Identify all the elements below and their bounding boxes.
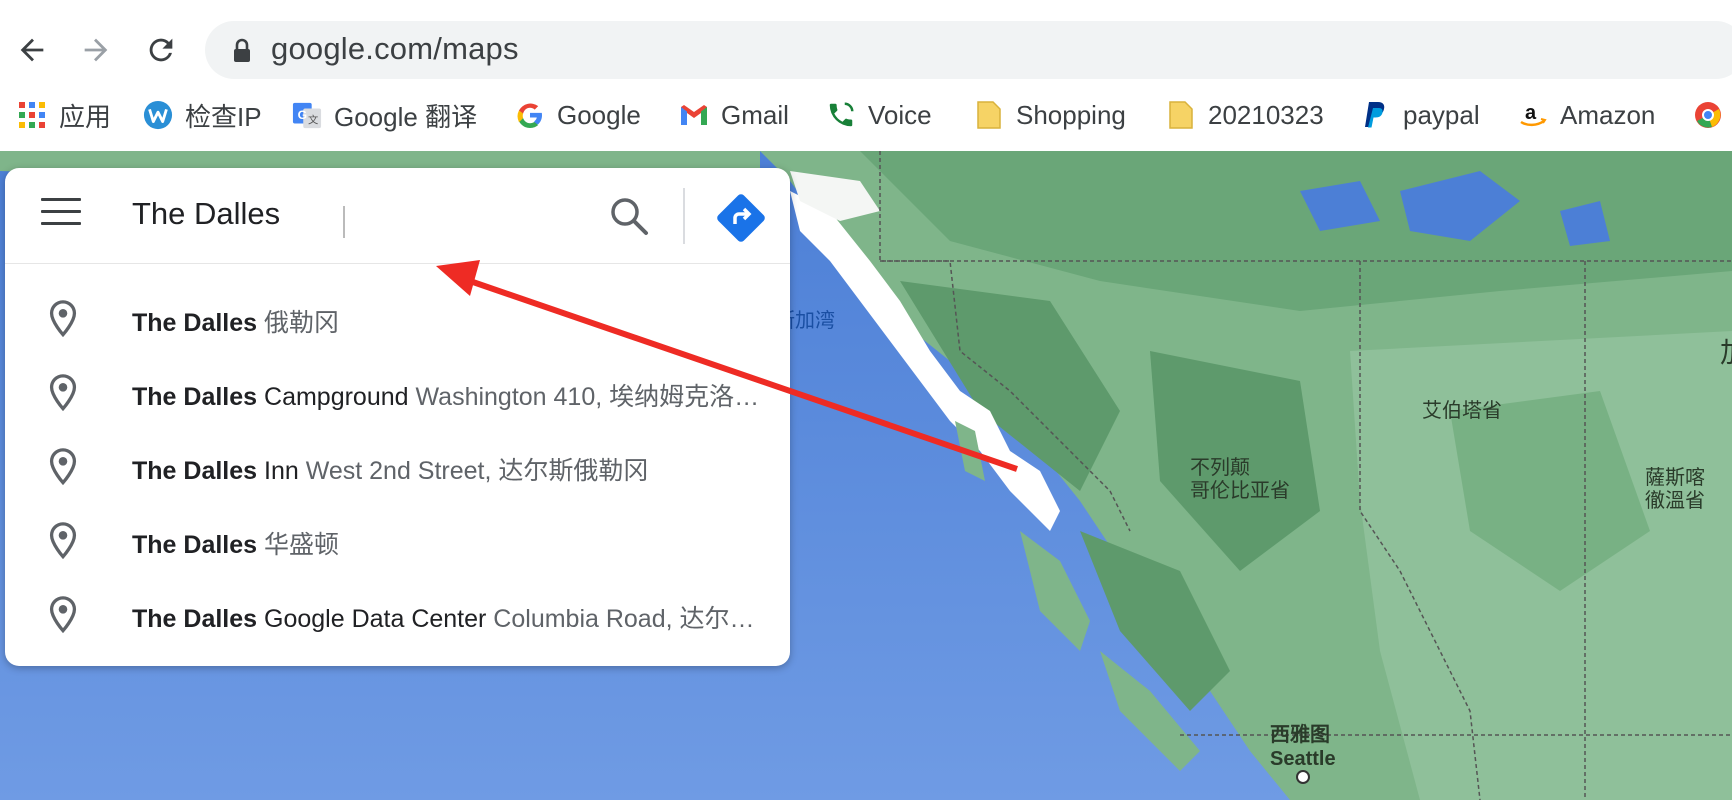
- svg-text:a: a: [1525, 102, 1537, 124]
- voice-phone-icon: [826, 100, 856, 130]
- map-label-alberta: 艾伯塔省: [1422, 400, 1502, 422]
- w-logo-icon: [143, 100, 173, 130]
- location-pin-icon: [45, 521, 81, 561]
- bookmark-check-ip[interactable]: 检查IP: [143, 90, 262, 140]
- location-pin-icon: [45, 447, 81, 487]
- bookmark-paypal[interactable]: paypal: [1361, 90, 1480, 140]
- map-label-seattle-en: Seattle: [1270, 748, 1336, 770]
- apps-grid-icon: [17, 100, 47, 130]
- hamburger-menu-icon[interactable]: [41, 198, 81, 234]
- url-text[interactable]: google.com/maps: [271, 31, 519, 67]
- suggestion-item[interactable]: The Dalles Google Data Center Columbia R…: [5, 577, 790, 651]
- paypal-icon: [1361, 100, 1391, 130]
- amazon-icon: a: [1518, 100, 1548, 130]
- bookmarks-bar: 应用 检查IP G文 Google 翻译 Google Gmail Voice: [0, 90, 1732, 150]
- map-label-seattle-cn: 西雅图: [1270, 724, 1330, 746]
- location-pin-icon: [45, 299, 81, 339]
- map-label-sask-line2: 徹溫省: [1645, 490, 1705, 512]
- bookmark-voice[interactable]: Voice: [826, 90, 932, 140]
- map-label-sask-line1: 薩斯喀: [1645, 467, 1705, 489]
- folder-icon: [1166, 100, 1196, 130]
- location-pin-icon: [45, 595, 81, 635]
- browser-toolbar: google.com/maps: [0, 0, 1732, 100]
- bookmark-google[interactable]: Google: [515, 90, 641, 140]
- text-cursor: [343, 206, 345, 238]
- google-translate-icon: G文: [292, 100, 322, 130]
- map-label-bc-line1: 不列颠: [1190, 457, 1250, 479]
- bookmark-apps[interactable]: 应用: [17, 90, 111, 140]
- bookmark-amazon[interactable]: a Amazon: [1518, 90, 1655, 140]
- svg-text:文: 文: [308, 113, 318, 126]
- suggestion-item[interactable]: The Dalles Campground Washington 410, 埃纳…: [5, 355, 790, 429]
- map-label-partial: 加: [1720, 339, 1732, 367]
- search-icon[interactable]: [605, 192, 653, 240]
- chrome-icon: [1693, 100, 1723, 130]
- lock-icon[interactable]: [232, 38, 252, 69]
- search-input[interactable]: The Dalles: [132, 196, 280, 232]
- bookmark-20210323[interactable]: 20210323: [1166, 90, 1324, 140]
- search-panel: The Dalles The Dalles 俄勒冈 The Dalles Cam…: [5, 168, 790, 666]
- suggestion-item[interactable]: The Dalles Inn West 2nd Street, 达尔斯俄勒冈: [5, 429, 790, 503]
- map-label-bc-line2: 哥伦比亚省: [1190, 480, 1290, 502]
- location-pin-icon: [45, 373, 81, 413]
- bookmark-google-translate[interactable]: G文 Google 翻译: [292, 90, 477, 140]
- forward-arrow-icon[interactable]: [74, 28, 118, 72]
- gmail-icon: [679, 100, 709, 130]
- reload-icon[interactable]: [139, 28, 183, 72]
- bookmark-gmail[interactable]: Gmail: [679, 90, 789, 140]
- bookmark-chrome-partial[interactable]: [1693, 90, 1732, 140]
- search-row: The Dalles: [5, 168, 790, 264]
- divider: [683, 188, 685, 244]
- suggestion-item[interactable]: The Dalles 俄勒冈: [5, 281, 790, 355]
- bookmark-shopping[interactable]: Shopping: [974, 90, 1126, 140]
- back-arrow-icon[interactable]: [10, 28, 54, 72]
- folder-icon: [974, 100, 1004, 130]
- google-g-icon: [515, 100, 545, 130]
- directions-icon[interactable]: [713, 190, 769, 246]
- suggestion-item[interactable]: The Dalles 华盛顿: [5, 503, 790, 577]
- svg-text:G: G: [298, 108, 307, 122]
